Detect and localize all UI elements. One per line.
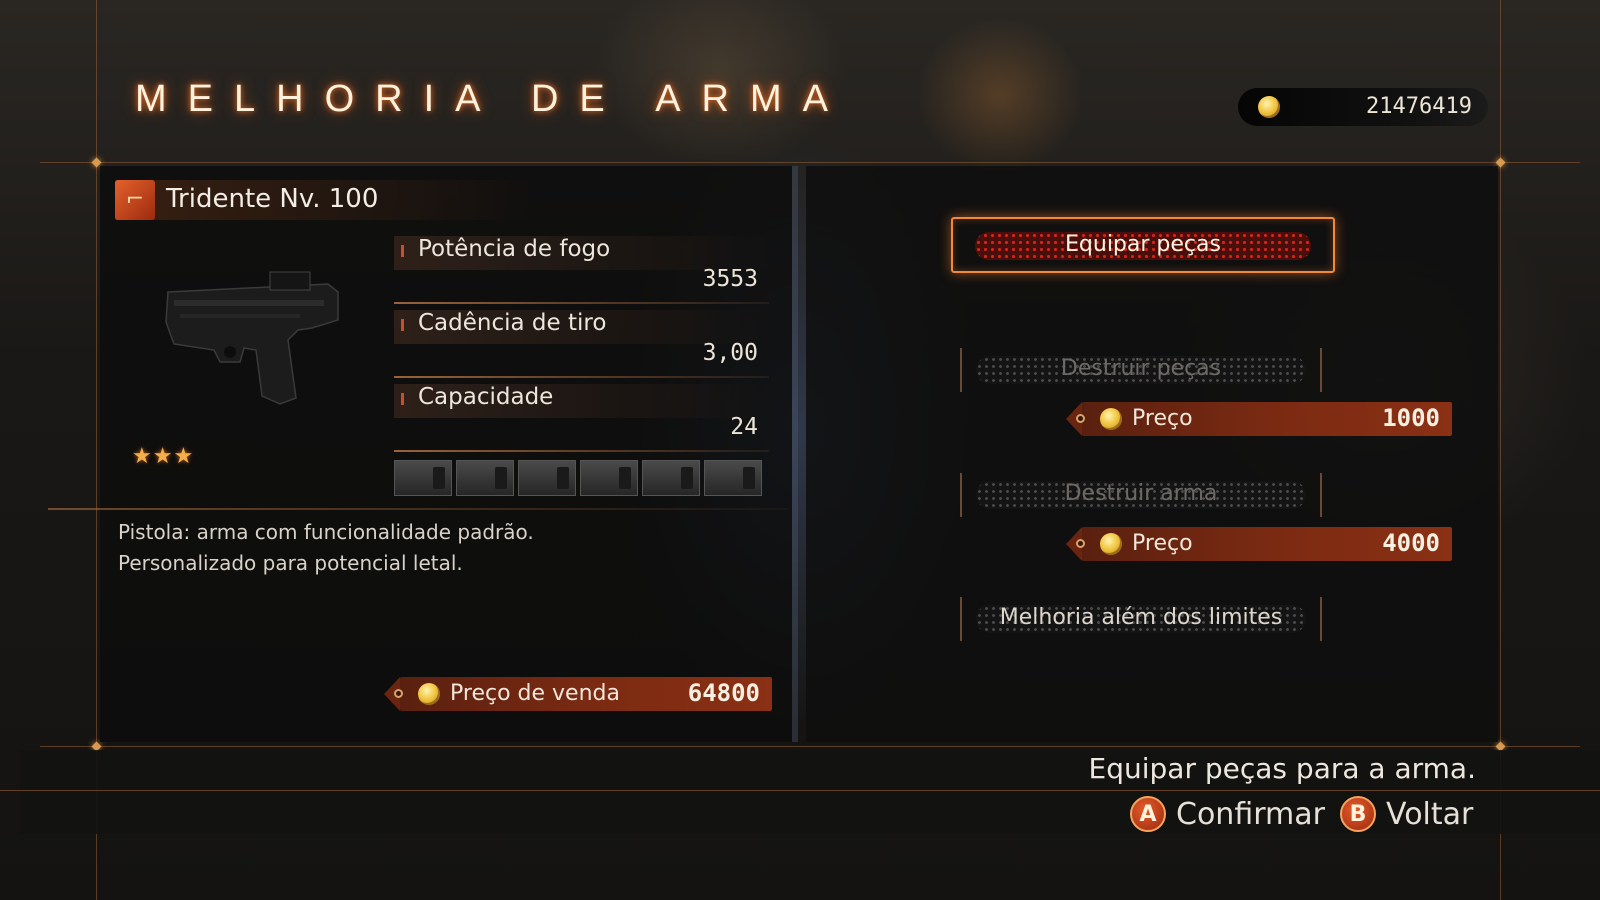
weapon-description-line: Personalizado para potencial letal. [118, 551, 463, 575]
destroy-parts-button[interactable]: Destruir peças [960, 348, 1322, 392]
stat-value-capacity: 24 [730, 414, 758, 440]
price-label: Preço [1132, 406, 1193, 431]
back-button[interactable]: B Voltar [1340, 796, 1473, 832]
coin-icon [1258, 96, 1280, 118]
equip-parts-label: Equipar peças [1065, 232, 1221, 257]
stat-value-fire-rate: 3,00 [702, 340, 758, 366]
part-slot [642, 460, 700, 496]
price-label: Preço [1132, 531, 1193, 556]
coin-icon [418, 683, 440, 705]
a-button-icon: A [1130, 796, 1166, 832]
stat-marker [401, 245, 404, 257]
coin-icon [1100, 533, 1122, 555]
panel-divider [792, 166, 798, 742]
frame-line-bottom [40, 746, 1580, 747]
confirm-label: Confirmar [1176, 796, 1325, 832]
stat-marker [401, 393, 404, 405]
part-slot [580, 460, 638, 496]
part-slot [394, 460, 452, 496]
stat-value-firepower: 3553 [702, 266, 758, 292]
tag-hole [394, 689, 403, 698]
b-button-icon: B [1340, 796, 1376, 832]
stat-label-fire-rate: Cadência de tiro [418, 310, 607, 336]
page-title: MELHORIA DE ARMA [135, 78, 849, 120]
coin-icon [1100, 408, 1122, 430]
stat-marker [401, 319, 404, 331]
sell-price-tag: Preço de venda 64800 [384, 677, 772, 711]
stat-divider [394, 376, 769, 378]
pistol-icon: ⌐ [115, 180, 155, 220]
part-slot [704, 460, 762, 496]
part-slot [456, 460, 514, 496]
help-text: Equipar peças para a arma. [1088, 752, 1476, 785]
part-slot [518, 460, 576, 496]
description-divider [48, 508, 788, 510]
sell-price-value: 64800 [687, 679, 760, 707]
limit-break-button[interactable]: Melhoria além dos limites [960, 597, 1322, 641]
part-slots [394, 460, 762, 496]
limit-break-label: Melhoria além dos limites [999, 605, 1283, 630]
stat-divider [394, 450, 769, 452]
bottom-divider [0, 790, 1600, 791]
destroy-parts-price-tag: Preço 1000 [1066, 402, 1452, 436]
frame-line-top [40, 162, 1580, 163]
destroy-parts-label: Destruir peças [1060, 356, 1222, 381]
destroy-parts-price-value: 1000 [1382, 404, 1440, 432]
money-display: 21476419 [1238, 88, 1488, 126]
equip-parts-button[interactable]: Equipar peças [951, 217, 1335, 273]
weapon-name: Tridente Nv. 100 [166, 184, 379, 214]
weapon-description-line: Pistola: arma com funcionalidade padrão. [118, 520, 534, 544]
stat-label-capacity: Capacidade [418, 384, 554, 410]
destroy-weapon-label: Destruir arma [1064, 481, 1218, 506]
back-label: Voltar [1386, 796, 1474, 832]
tag-hole [1076, 414, 1085, 423]
destroy-weapon-price-value: 4000 [1382, 529, 1440, 557]
tag-hole [1076, 539, 1085, 548]
stat-divider [394, 302, 769, 304]
money-value: 21476419 [1366, 94, 1472, 119]
destroy-weapon-price-tag: Preço 4000 [1066, 527, 1452, 561]
stat-label-firepower: Potência de fogo [418, 236, 611, 262]
rating-stars: ★★★ [132, 444, 195, 469]
pistol-image [165, 271, 339, 405]
destroy-weapon-button[interactable]: Destruir arma [960, 473, 1322, 517]
confirm-button[interactable]: A Confirmar [1130, 796, 1325, 832]
sell-price-label: Preço de venda [450, 681, 620, 706]
